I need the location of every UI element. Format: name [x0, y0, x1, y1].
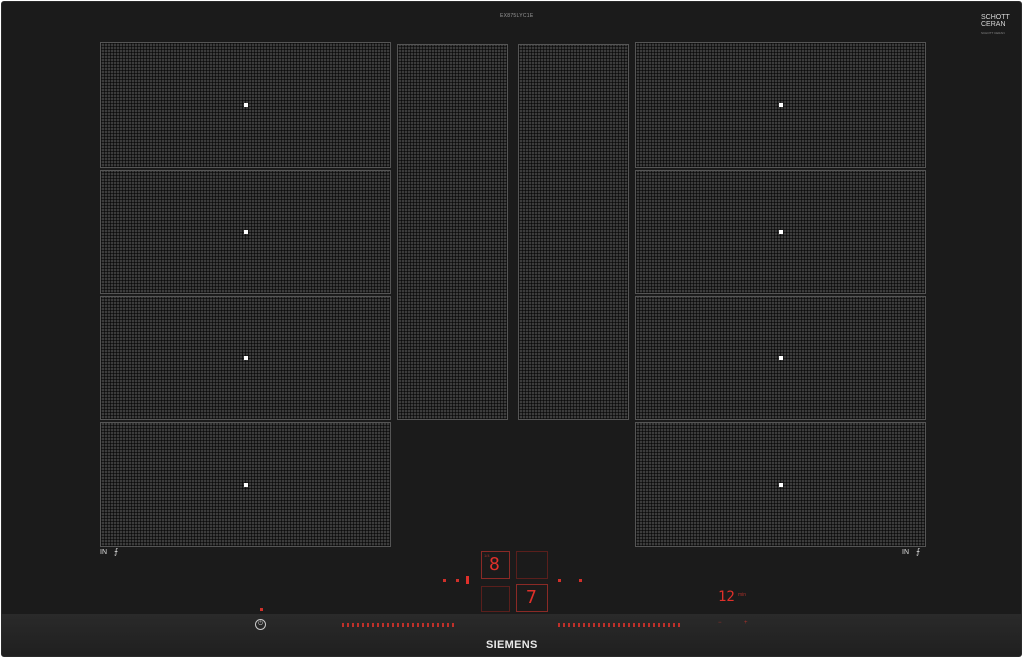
zone-marker-icon — [243, 356, 248, 360]
center-zone-right[interactable] — [518, 44, 629, 420]
zone-marker-icon — [243, 230, 248, 234]
center-display-box[interactable] — [516, 551, 548, 579]
cooktop-glass: EX875LYC1E SCHOTT CERAN SCHOTT CERAN IN … — [1, 1, 1022, 657]
zone-indicator-icon — [456, 579, 459, 582]
left-in-label: IN — [100, 549, 107, 556]
right-pan-icon: ⨍ — [916, 547, 921, 556]
zone-marker-icon — [243, 482, 248, 487]
right-power-slider[interactable] — [558, 623, 683, 627]
left-zone-3[interactable] — [100, 296, 391, 420]
left-zone-1[interactable] — [100, 42, 391, 168]
logo-line1: SCHOTT — [981, 14, 1010, 21]
right-in-label: IN — [902, 549, 909, 556]
logo-line2: CERAN — [981, 21, 1006, 28]
left-zone-4[interactable] — [100, 422, 391, 547]
power-icon[interactable]: ⏻ — [255, 619, 266, 630]
timer-display: 12 — [718, 589, 735, 605]
left-power-slider[interactable] — [342, 623, 457, 627]
center-power-display: 7 — [526, 587, 537, 608]
right-zone-2[interactable] — [635, 170, 926, 294]
zone-indicator-icon — [443, 579, 446, 582]
zone-marker-icon — [778, 103, 783, 107]
center-zone-left[interactable] — [397, 44, 508, 420]
brand-logo: SIEMENS — [486, 639, 538, 651]
zone-indicator-icon — [466, 576, 469, 584]
zone-marker-icon — [778, 230, 783, 234]
power-indicator-icon — [260, 608, 263, 611]
left-pan-icon: ⨍ — [114, 547, 119, 556]
schott-ceran-logo: SCHOTT CERAN SCHOTT CERAN — [981, 14, 1010, 37]
zone-indicator-icon — [579, 579, 582, 582]
left-power-display: 8 — [489, 554, 500, 575]
zone-marker-icon — [243, 103, 248, 107]
right-zone-1[interactable] — [635, 42, 926, 168]
timer-unit: min — [738, 592, 747, 598]
left-display-small: 1/4 — [484, 553, 490, 558]
zone-marker-icon — [778, 356, 783, 360]
timer-plus-icon[interactable]: + — [744, 620, 748, 626]
right-lower-box[interactable]: 7 — [516, 584, 548, 612]
timer-minus-icon[interactable]: − — [718, 620, 722, 626]
right-zone-3[interactable] — [635, 296, 926, 420]
left-zone-2[interactable] — [100, 170, 391, 294]
zone-marker-icon — [778, 482, 783, 487]
left-lower-box[interactable] — [481, 586, 510, 612]
logo-small-text: SCHOTT CERAN — [981, 31, 1005, 35]
model-code: EX875LYC1E — [500, 13, 534, 19]
zone-indicator-icon — [558, 579, 561, 582]
right-zone-4[interactable] — [635, 422, 926, 547]
